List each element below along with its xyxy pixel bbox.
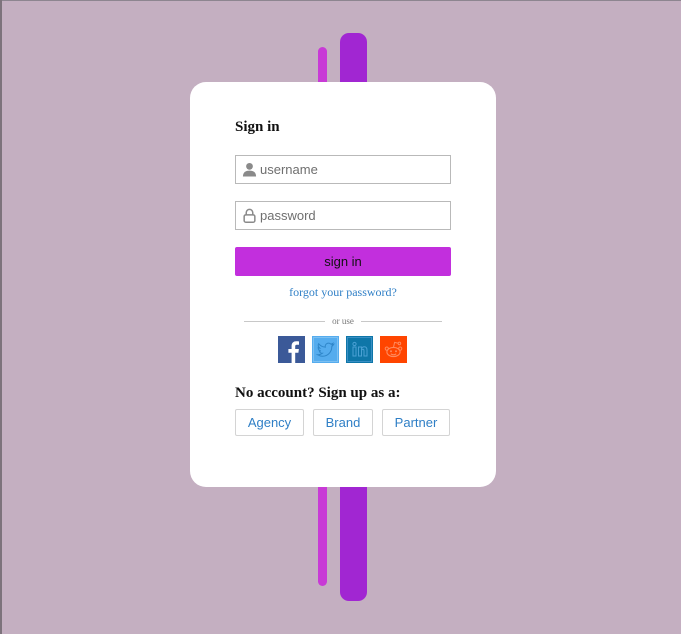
twitter-icon: [312, 336, 339, 363]
forgot-password-link[interactable]: forgot your password?: [190, 285, 496, 300]
facebook-button[interactable]: [278, 336, 305, 363]
sign-in-card: Sign in sign in forgot your password? or…: [190, 82, 496, 487]
password-input[interactable]: [260, 202, 446, 229]
user-icon: [242, 162, 257, 177]
reddit-icon: [380, 336, 407, 363]
divider-label: or use: [325, 316, 361, 326]
window-left-edge: [0, 0, 2, 634]
sign-in-button[interactable]: sign in: [235, 247, 451, 276]
linkedin-icon: [346, 336, 373, 363]
twitter-button[interactable]: [312, 336, 339, 363]
sign-in-title: Sign in: [235, 119, 280, 135]
linkedin-button[interactable]: [346, 336, 373, 363]
brand-button[interactable]: Brand: [313, 409, 373, 436]
lock-icon: [243, 208, 256, 223]
username-input[interactable]: [260, 156, 446, 183]
agency-button[interactable]: Agency: [235, 409, 304, 436]
username-field[interactable]: [235, 155, 451, 184]
facebook-icon: [278, 336, 305, 363]
reddit-button[interactable]: [380, 336, 407, 363]
signup-heading: No account? Sign up as a:: [235, 385, 401, 401]
window-top-edge: [0, 0, 681, 1]
password-field[interactable]: [235, 201, 451, 230]
partner-button[interactable]: Partner: [382, 409, 450, 436]
